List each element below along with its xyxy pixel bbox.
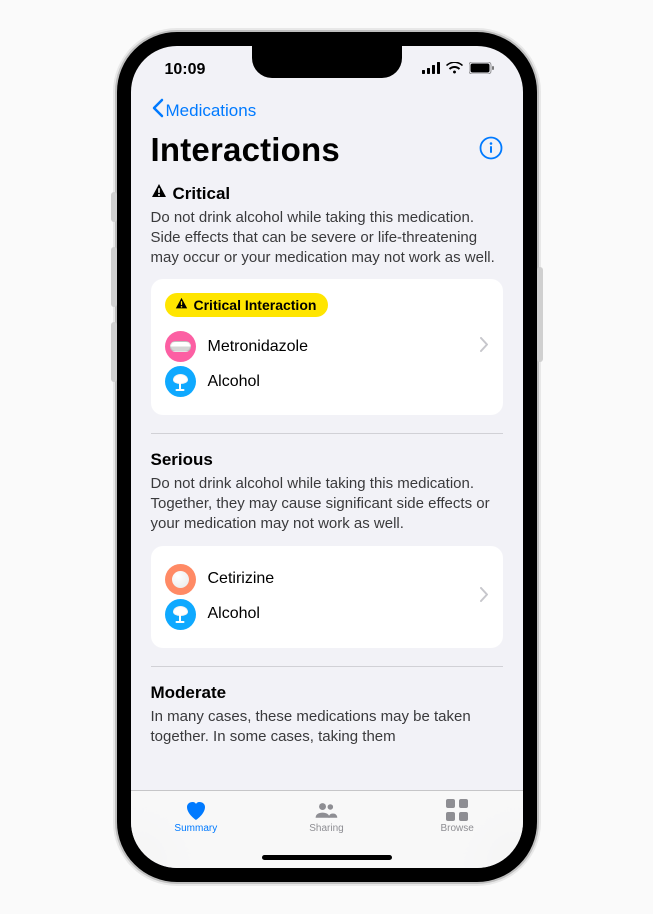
cellular-icon bbox=[422, 61, 440, 79]
info-button[interactable] bbox=[479, 136, 503, 165]
divider bbox=[151, 666, 503, 667]
power-button bbox=[537, 267, 543, 362]
pill-icon bbox=[165, 564, 196, 595]
pill-icon bbox=[165, 331, 196, 362]
home-indicator[interactable] bbox=[262, 855, 392, 860]
grid-icon bbox=[444, 799, 470, 821]
status-icons bbox=[422, 61, 495, 79]
section-heading-serious: Serious bbox=[151, 450, 503, 470]
medication-name: Metronidazole bbox=[208, 338, 309, 356]
alcohol-icon bbox=[165, 599, 196, 630]
status-time: 10:09 bbox=[165, 61, 206, 79]
notch bbox=[252, 46, 402, 78]
warning-icon bbox=[151, 183, 167, 204]
wifi-icon bbox=[446, 61, 463, 79]
chevron-left-icon bbox=[151, 98, 164, 123]
moderate-description: In many cases, these medications may be … bbox=[151, 707, 503, 747]
volume-up-button bbox=[111, 247, 117, 307]
tab-sharing[interactable]: Sharing bbox=[291, 799, 361, 834]
section-heading-moderate: Moderate bbox=[151, 683, 503, 703]
content-area: Medications Interactions Critical Do not… bbox=[131, 94, 523, 790]
medication-row: Cetirizine bbox=[165, 564, 489, 595]
medication-row: Alcohol bbox=[165, 366, 489, 397]
warning-icon bbox=[175, 297, 188, 313]
serious-interaction-card[interactable]: Cetirizine Alcohol bbox=[151, 546, 503, 648]
tab-label: Summary bbox=[174, 823, 217, 834]
medication-row: Metronidazole bbox=[165, 331, 489, 362]
medication-name: Cetirizine bbox=[208, 570, 275, 588]
chevron-right-icon bbox=[480, 337, 489, 357]
critical-badge: Critical Interaction bbox=[165, 293, 329, 317]
divider bbox=[151, 433, 503, 434]
screen: 10:09 Medications Int bbox=[131, 46, 523, 868]
back-button[interactable]: Medications bbox=[151, 94, 503, 131]
battery-icon bbox=[469, 61, 495, 79]
tab-summary[interactable]: Summary bbox=[161, 799, 231, 834]
tab-label: Browse bbox=[440, 823, 473, 834]
critical-heading-text: Critical bbox=[173, 184, 231, 204]
serious-heading-text: Serious bbox=[151, 450, 213, 470]
back-label: Medications bbox=[166, 101, 257, 121]
critical-interaction-card[interactable]: Critical Interaction Metronidazole Alcoh… bbox=[151, 279, 503, 415]
critical-badge-label: Critical Interaction bbox=[194, 297, 317, 313]
critical-description: Do not drink alcohol while taking this m… bbox=[151, 208, 503, 267]
tab-browse[interactable]: Browse bbox=[422, 799, 492, 834]
medication-name: Alcohol bbox=[208, 373, 260, 391]
volume-down-button bbox=[111, 322, 117, 382]
heart-icon bbox=[183, 799, 209, 821]
tab-label: Sharing bbox=[309, 823, 343, 834]
alcohol-icon bbox=[165, 366, 196, 397]
iphone-device-frame: 10:09 Medications Int bbox=[117, 32, 537, 882]
chevron-right-icon bbox=[480, 587, 489, 607]
people-icon bbox=[313, 799, 339, 821]
medication-name: Alcohol bbox=[208, 605, 260, 623]
medication-row: Alcohol bbox=[165, 599, 489, 630]
serious-description: Do not drink alcohol while taking this m… bbox=[151, 474, 503, 533]
info-icon bbox=[479, 136, 503, 160]
section-heading-critical: Critical bbox=[151, 183, 503, 204]
mute-switch bbox=[111, 192, 117, 222]
moderate-heading-text: Moderate bbox=[151, 683, 227, 703]
page-title: Interactions bbox=[151, 131, 340, 169]
title-row: Interactions bbox=[151, 131, 503, 169]
